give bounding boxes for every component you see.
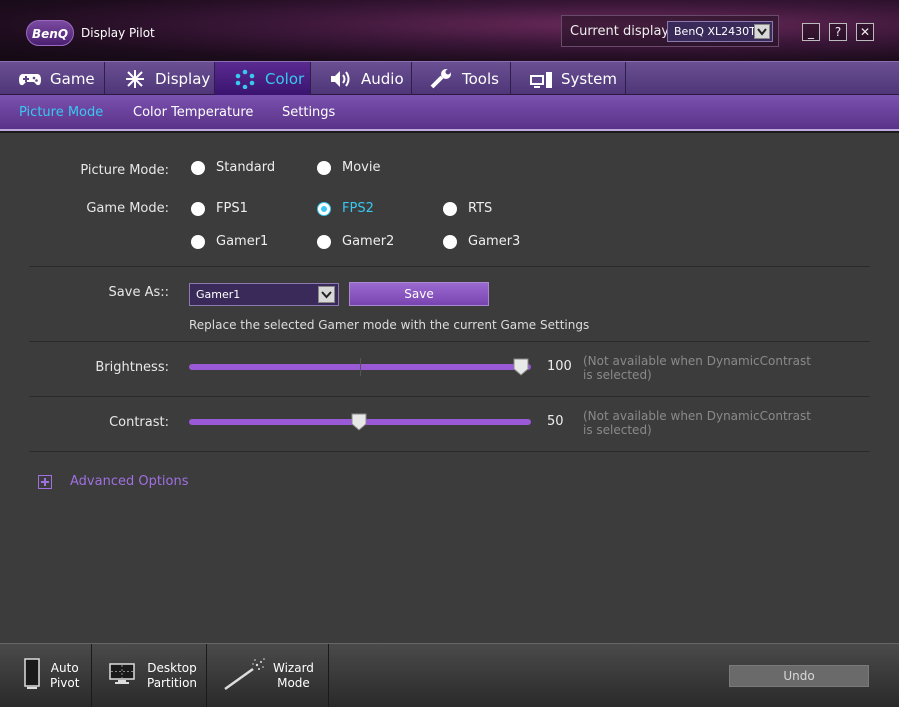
wizard-mode-button[interactable]: Wizard Mode (207, 644, 329, 707)
current-display-group: Current display BenQ XL2430T (561, 15, 779, 47)
radio-fps1[interactable]: FPS1 (191, 201, 248, 216)
contrast-value: 50 (547, 414, 564, 429)
subtab-color-temperature[interactable]: Color Temperature (133, 105, 253, 120)
radio-movie[interactable]: Movie (317, 160, 380, 175)
tab-system-label: System (561, 69, 617, 88)
radio-button[interactable] (191, 201, 205, 216)
save-as-label: Save As:: (108, 285, 169, 300)
brightness-label: Brightness: (95, 360, 169, 375)
radio-button[interactable] (317, 160, 331, 175)
desktop-partition-label-1: Desktop (147, 661, 197, 675)
radio-fps2[interactable]: FPS2 (317, 201, 374, 216)
minimize-button[interactable]: _ (802, 23, 820, 41)
tab-audio[interactable]: Audio (311, 62, 412, 95)
pivot-icon (24, 658, 40, 694)
radio-movie-label: Movie (342, 160, 381, 175)
contrast-label: Contrast: (109, 415, 169, 430)
save-as-select[interactable]: Gamer1 (189, 283, 339, 306)
bottom-toolbar: Auto Pivot Desktop Partition Wizard Mode… (0, 643, 899, 707)
save-as-value: Gamer1 (196, 288, 241, 301)
radio-button[interactable] (443, 234, 457, 249)
tab-audio-label: Audio (361, 69, 404, 88)
radio-gamer1[interactable]: Gamer1 (191, 234, 268, 249)
benq-logo: BenQ (26, 20, 74, 46)
gamepad-icon (18, 69, 42, 89)
auto-pivot-label-2: Pivot (50, 676, 80, 690)
radio-fps2-label: FPS2 (342, 201, 374, 216)
slider-midpoint-tick (360, 358, 361, 376)
desktop-partition-label-2: Partition (147, 676, 198, 690)
sub-tabs: Picture Mode Color Temperature Settings (0, 95, 899, 131)
auto-pivot-label-1: Auto (50, 661, 79, 675)
current-display-select[interactable]: BenQ XL2430T (667, 21, 773, 42)
contrast-slider-thumb[interactable] (351, 413, 367, 431)
wizard-mode-label-1: Wizard (273, 661, 314, 675)
help-button[interactable]: ? (829, 23, 847, 41)
radio-gamer3-label: Gamer3 (468, 234, 521, 249)
radio-button-selected[interactable] (317, 201, 331, 216)
advanced-options-label[interactable]: Advanced Options (70, 474, 189, 489)
wrench-icon (430, 68, 454, 89)
save-as-note: Replace the selected Gamer mode with the… (189, 318, 590, 332)
radio-button[interactable] (443, 201, 457, 216)
radio-button[interactable] (191, 160, 205, 175)
partition-icon (109, 663, 135, 689)
display-icon (123, 69, 147, 89)
auto-pivot-button[interactable]: Auto Pivot (0, 644, 92, 707)
speaker-icon (329, 69, 353, 89)
brightness-hint: (Not available when DynamicContrast is s… (583, 354, 811, 382)
current-display-value: BenQ XL2430T (674, 25, 756, 38)
brightness-slider-thumb[interactable] (513, 358, 529, 376)
current-display-label: Current display (570, 24, 670, 39)
radio-gamer3[interactable]: Gamer3 (443, 234, 520, 249)
radio-gamer2-label: Gamer2 (342, 234, 395, 249)
tab-tools[interactable]: Tools (412, 62, 511, 95)
content-panel: Picture Mode: Standard Movie Game Mode: … (0, 133, 899, 643)
main-tabs: Game Display Color Audio Tools System (0, 61, 899, 95)
picture-mode-label: Picture Mode: (80, 163, 169, 178)
color-dots-icon (233, 69, 257, 89)
tab-display[interactable]: Display (105, 62, 215, 95)
brightness-value: 100 (547, 359, 572, 374)
game-mode-label: Game Mode: (86, 201, 169, 216)
advanced-options-toggle[interactable]: Advanced Options (38, 474, 189, 489)
divider (29, 266, 870, 267)
title-bar: BenQ Display Pilot Current display BenQ … (0, 0, 899, 61)
tab-tools-label: Tools (462, 69, 499, 88)
radio-rts-label: RTS (468, 201, 493, 216)
desktop-partition-button[interactable]: Desktop Partition (92, 644, 207, 707)
tab-color-label: Color (265, 69, 305, 88)
close-button[interactable]: ✕ (856, 23, 874, 41)
divider (29, 341, 870, 342)
radio-button[interactable] (191, 234, 205, 249)
chevron-down-icon[interactable] (318, 286, 335, 303)
radio-fps1-label: FPS1 (216, 201, 248, 216)
radio-rts[interactable]: RTS (443, 201, 492, 216)
contrast-hint: (Not available when DynamicContrast is s… (583, 409, 811, 437)
system-icon (529, 69, 553, 89)
brightness-slider[interactable] (189, 358, 531, 376)
subtab-picture-mode[interactable]: Picture Mode (19, 105, 103, 120)
radio-gamer1-label: Gamer1 (216, 234, 269, 249)
radio-standard[interactable]: Standard (191, 160, 275, 175)
tab-display-label: Display (155, 69, 211, 88)
undo-button[interactable]: Undo (729, 665, 869, 687)
tab-game-label: Game (50, 69, 95, 88)
wizard-mode-label-2: Mode (277, 676, 310, 690)
tab-system[interactable]: System (511, 62, 626, 95)
app-title: Display Pilot (81, 26, 155, 40)
magic-wand-icon (223, 657, 267, 695)
tab-game[interactable]: Game (0, 62, 105, 95)
radio-gamer2[interactable]: Gamer2 (317, 234, 394, 249)
expand-plus-icon[interactable] (38, 474, 52, 489)
divider (29, 451, 870, 452)
tab-color[interactable]: Color (215, 62, 311, 95)
subtab-settings[interactable]: Settings (282, 105, 335, 120)
save-button[interactable]: Save (349, 282, 489, 306)
chevron-down-icon[interactable] (754, 24, 770, 39)
divider (29, 396, 870, 397)
radio-standard-label: Standard (216, 160, 276, 175)
radio-button[interactable] (317, 234, 331, 249)
